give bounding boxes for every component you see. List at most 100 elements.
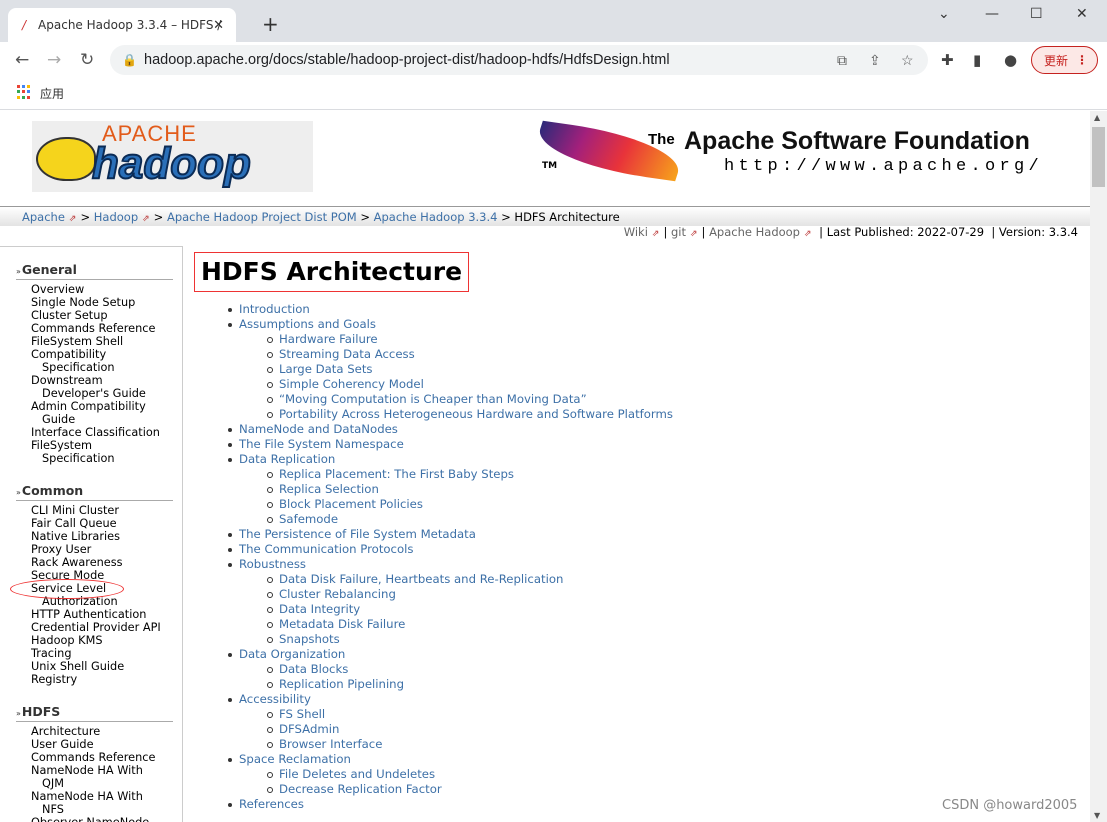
sidebar-item[interactable]: Admin Compatibility Guide	[31, 400, 182, 426]
hadoop-logo[interactable]: APACHE hadoop	[32, 121, 313, 192]
toc-link[interactable]: Data Organization	[239, 647, 345, 661]
toc-link[interactable]: The File System Namespace	[239, 437, 404, 451]
toc-link[interactable]: Robustness	[239, 557, 306, 571]
breadcrumb-item[interactable]: Apache Hadoop Project Dist POM	[167, 210, 357, 224]
sidebar-item[interactable]: CLI Mini Cluster	[31, 504, 182, 517]
sidebar-item[interactable]: Cluster Setup	[31, 309, 182, 322]
sidebar-item[interactable]: User Guide	[31, 738, 182, 751]
sidebar-item[interactable]: Observer NameNode	[31, 816, 182, 822]
sidebar-item[interactable]: Proxy User	[31, 543, 182, 556]
toc-link[interactable]: Space Reclamation	[239, 752, 351, 766]
toc-link[interactable]: Data Disk Failure, Heartbeats and Re-Rep…	[279, 572, 563, 586]
toc-link[interactable]: Cluster Rebalancing	[279, 587, 396, 601]
update-button[interactable]: 更新 ⋮	[1031, 46, 1098, 74]
sidebar-item[interactable]: Architecture	[31, 725, 182, 738]
sidebar-item[interactable]: Commands Reference	[31, 751, 182, 764]
minimize-button[interactable]: —	[985, 6, 999, 22]
toc-link[interactable]: Hardware Failure	[279, 332, 378, 346]
apps-bookmark[interactable]: 应用	[40, 85, 64, 102]
toc-link[interactable]: The Communication Protocols	[239, 542, 413, 556]
translate-icon[interactable]: ⧉	[837, 52, 847, 69]
toc-link[interactable]: Replica Selection	[279, 482, 379, 496]
toc-link[interactable]: Assumptions and Goals	[239, 317, 376, 331]
tab-active[interactable]: / Apache Hadoop 3.3.4 – HDFS / ✕	[8, 8, 236, 42]
toc-item: Replica Selection	[194, 482, 1074, 497]
toc-link[interactable]: Block Placement Policies	[279, 497, 423, 511]
toc-link[interactable]: Safemode	[279, 512, 338, 526]
back-icon[interactable]: ←	[15, 50, 29, 70]
sidebar-item[interactable]: Hadoop KMS	[31, 634, 182, 647]
address-bar[interactable]: 🔒 hadoop.apache.org/docs/stable/hadoop-p…	[110, 45, 928, 75]
toc-link[interactable]: Metadata Disk Failure	[279, 617, 405, 631]
toc-link[interactable]: Streaming Data Access	[279, 347, 415, 361]
toc-link[interactable]: Snapshots	[279, 632, 340, 646]
sidebar-item[interactable]: Unix Shell Guide	[31, 660, 182, 673]
scroll-down-icon[interactable]: ▼	[1094, 811, 1100, 820]
reload-icon[interactable]: ↻	[80, 50, 94, 70]
side-panel-icon[interactable]: ▮	[973, 51, 981, 69]
toc-link[interactable]: Replica Placement: The First Baby Steps	[279, 467, 514, 481]
toc-link[interactable]: NameNode and DataNodes	[239, 422, 398, 436]
toc-link[interactable]: FS Shell	[279, 707, 325, 721]
sidebar-item[interactable]: HTTP Authentication	[31, 608, 182, 621]
sidebar-item[interactable]: Tracing	[31, 647, 182, 660]
scrollbar[interactable]: ▲ ▼	[1090, 111, 1107, 822]
toc-link[interactable]: Data Blocks	[279, 662, 348, 676]
close-tab-icon[interactable]: ✕	[213, 18, 224, 33]
sidebar-item-label: Tracing	[31, 647, 72, 660]
sidebar-item[interactable]: Single Node Setup	[31, 296, 182, 309]
sidebar-item[interactable]: Interface Classification	[31, 426, 182, 439]
toc-link[interactable]: Data Replication	[239, 452, 335, 466]
sidebar-item[interactable]: Fair Call Queue	[31, 517, 182, 530]
toc-link[interactable]: Accessibility	[239, 692, 311, 706]
new-tab-button[interactable]: +	[262, 12, 279, 36]
wiki-link[interactable]: Wiki	[624, 225, 648, 239]
sidebar-item[interactable]: FileSystem Specification	[31, 439, 182, 465]
sidebar-item[interactable]: Rack Awareness	[31, 556, 182, 569]
toc-link[interactable]: Simple Coherency Model	[279, 377, 424, 391]
extensions-icon[interactable]: ✚	[941, 51, 954, 69]
breadcrumb-item[interactable]: Apache	[22, 210, 65, 224]
forward-icon[interactable]: →	[47, 50, 61, 70]
apps-grid-icon[interactable]	[17, 85, 31, 99]
sidebar-item[interactable]: Overview	[31, 283, 182, 296]
tab-search-icon[interactable]: ⌄	[938, 6, 950, 22]
apache-hadoop-link[interactable]: Apache Hadoop	[709, 225, 800, 239]
toc-link[interactable]: DFSAdmin	[279, 722, 339, 736]
toc-link[interactable]: Decrease Replication Factor	[279, 782, 442, 796]
share-icon[interactable]: ⇪	[869, 52, 881, 69]
maximize-button[interactable]: ☐	[1030, 6, 1043, 22]
sidebar-item-label: FileSystem	[31, 439, 93, 452]
toc-link[interactable]: Portability Across Heterogeneous Hardwar…	[279, 407, 673, 421]
toc-link[interactable]: Introduction	[239, 302, 310, 316]
sidebar-item[interactable]: NameNode HA With NFS	[31, 790, 182, 816]
toc-link[interactable]: The Persistence of File System Metadata	[239, 527, 476, 541]
profile-avatar-icon[interactable]: ●	[1004, 51, 1017, 69]
toc-item: DFSAdmin	[194, 722, 1074, 737]
sidebar-item[interactable]: Credential Provider API	[31, 621, 182, 634]
lock-icon: 🔒	[122, 53, 137, 67]
toc-link[interactable]: Data Integrity	[279, 602, 360, 616]
star-icon[interactable]: ☆	[901, 52, 914, 69]
sidebar-item[interactable]: NameNode HA With QJM	[31, 764, 182, 790]
toc-link[interactable]: Large Data Sets	[279, 362, 373, 376]
scroll-up-icon[interactable]: ▲	[1094, 113, 1100, 122]
toc-link[interactable]: Replication Pipelining	[279, 677, 404, 691]
sidebar-item[interactable]: Downstream Developer's Guide	[31, 374, 182, 400]
sidebar-item[interactable]: Commands Reference	[31, 322, 182, 335]
asf-logo[interactable]: TM The Apache Software Foundation http:/…	[530, 120, 1074, 185]
toc-link[interactable]: File Deletes and Undeletes	[279, 767, 435, 781]
sidebar-item[interactable]: Native Libraries	[31, 530, 182, 543]
git-link[interactable]: git	[671, 225, 686, 239]
toc-link[interactable]: References	[239, 797, 304, 811]
sidebar-item-label: NameNode HA With	[31, 764, 143, 777]
sidebar-item[interactable]: Compatibility Specification	[31, 348, 182, 374]
sidebar-item[interactable]: FileSystem Shell	[31, 335, 182, 348]
toc-link[interactable]: Browser Interface	[279, 737, 382, 751]
close-window-button[interactable]: ✕	[1076, 6, 1088, 22]
toc-link[interactable]: “Moving Computation is Cheaper than Movi…	[279, 392, 587, 406]
sidebar-item[interactable]: Registry	[31, 673, 182, 686]
breadcrumb-item[interactable]: Hadoop	[94, 210, 138, 224]
breadcrumb-item[interactable]: Apache Hadoop 3.3.4	[374, 210, 498, 224]
scrollbar-thumb[interactable]	[1092, 127, 1105, 187]
